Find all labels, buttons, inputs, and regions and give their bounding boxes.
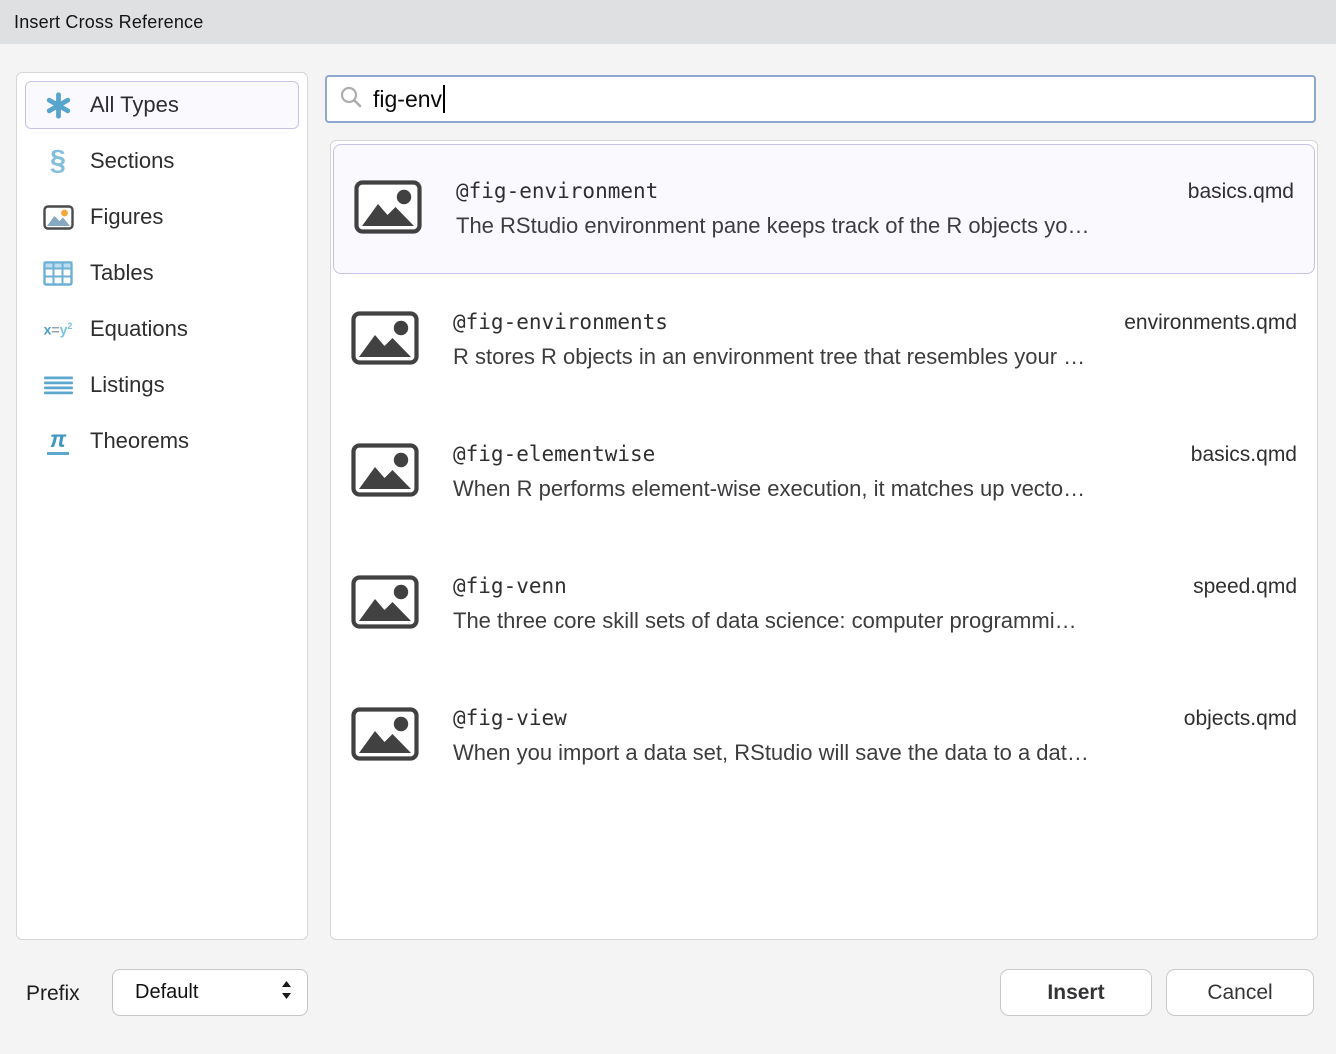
type-filter-panel: All Types § Sections Figures Ta [16, 72, 308, 940]
figure-thumbnail-icon [351, 443, 419, 502]
sidebar-item-sections[interactable]: § Sections [25, 137, 299, 185]
sidebar-item-figures[interactable]: Figures [25, 193, 299, 241]
sidebar-item-all-types[interactable]: All Types [25, 81, 299, 129]
result-row-fig-venn[interactable]: @fig-venn speed.qmd The three core skill… [331, 538, 1317, 670]
result-description: R stores R objects in an environment tre… [453, 344, 1297, 370]
prefix-select[interactable]: Default [112, 969, 308, 1016]
result-description: The three core skill sets of data scienc… [453, 608, 1297, 634]
figure-thumbnail-icon [354, 180, 422, 239]
result-row-fig-environment[interactable]: @fig-environment basics.qmd The RStudio … [333, 144, 1315, 274]
select-arrows-icon [280, 978, 293, 1007]
insert-button[interactable]: Insert [1000, 969, 1152, 1016]
search-input[interactable]: fig-env [325, 75, 1316, 123]
sidebar-item-tables[interactable]: Tables [25, 249, 299, 297]
prefix-label: Prefix [26, 982, 80, 1006]
result-file-name: basics.qmd [1188, 180, 1294, 204]
search-icon [339, 85, 363, 114]
sidebar-item-label: All Types [90, 92, 179, 118]
pi-icon: π [40, 425, 76, 457]
sidebar-item-listings[interactable]: Listings [25, 361, 299, 409]
result-ref-id: @fig-environments [453, 310, 668, 334]
cancel-button[interactable]: Cancel [1166, 969, 1314, 1016]
sidebar-item-label: Theorems [90, 428, 189, 454]
sidebar-item-label: Listings [90, 372, 165, 398]
sidebar-item-label: Figures [90, 204, 163, 230]
dialog-titlebar: Insert Cross Reference [0, 0, 1336, 44]
text-caret [443, 85, 445, 113]
result-description: When R performs element-wise execution, … [453, 476, 1297, 502]
result-file-name: environments.qmd [1124, 311, 1297, 335]
equation-icon: x=y2 [40, 313, 76, 345]
result-ref-id: @fig-environment [456, 179, 658, 203]
cross-reference-results-list: @fig-environment basics.qmd The RStudio … [330, 140, 1318, 940]
sidebar-item-label: Sections [90, 148, 174, 174]
sidebar-item-equations[interactable]: x=y2 Equations [25, 305, 299, 353]
figure-thumbnail-icon [351, 575, 419, 634]
result-ref-id: @fig-venn [453, 574, 567, 598]
sidebar-item-label: Equations [90, 316, 188, 342]
result-ref-id: @fig-elementwise [453, 442, 655, 466]
result-file-name: basics.qmd [1191, 443, 1297, 467]
figure-thumbnail-icon [351, 311, 419, 370]
dialog-title: Insert Cross Reference [14, 12, 203, 33]
sidebar-item-label: Tables [90, 260, 154, 286]
figure-thumbnail-icon [351, 707, 419, 766]
table-icon [40, 257, 76, 289]
result-row-fig-environments[interactable]: @fig-environments environments.qmd R sto… [331, 274, 1317, 406]
prefix-selected-value: Default [135, 981, 198, 1004]
result-row-fig-elementwise[interactable]: @fig-elementwise basics.qmd When R perfo… [331, 406, 1317, 538]
result-file-name: objects.qmd [1184, 707, 1297, 731]
result-file-name: speed.qmd [1193, 575, 1297, 599]
asterisk-icon [40, 89, 76, 121]
result-ref-id: @fig-view [453, 706, 567, 730]
sidebar-item-theorems[interactable]: π Theorems [25, 417, 299, 465]
result-description: The RStudio environment pane keeps track… [456, 213, 1294, 239]
lines-icon [40, 369, 76, 401]
image-icon [40, 201, 76, 233]
result-description: When you import a data set, RStudio will… [453, 740, 1297, 766]
section-sign-icon: § [40, 145, 76, 177]
result-row-fig-view[interactable]: @fig-view objects.qmd When you import a … [331, 670, 1317, 802]
search-query-text: fig-env [373, 86, 442, 113]
